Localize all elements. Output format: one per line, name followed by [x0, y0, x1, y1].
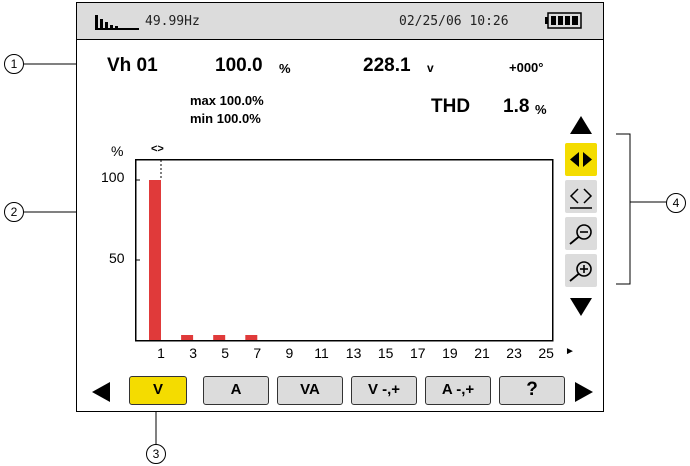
- x-tick-label-17: 17: [410, 345, 426, 361]
- zoom-out-icon: [569, 224, 592, 245]
- cursor-select-button[interactable]: [565, 180, 597, 213]
- harmonic-bar-chart: [135, 159, 554, 342]
- thd-value: 1.8: [503, 96, 530, 117]
- angle-brackets-icon: [569, 188, 593, 209]
- more-harmonics-arrow: ►: [565, 346, 575, 357]
- horizontal-move-button[interactable]: [565, 143, 597, 176]
- x-tick-label-21: 21: [474, 345, 490, 361]
- instrument-screen: 49.99Hz 02/25/06 10:26 Vh 01 100.0 % 228…: [76, 2, 604, 412]
- left-right-arrows-icon: [570, 152, 592, 167]
- chart-frame: [135, 159, 554, 342]
- softkey-help[interactable]: ?: [499, 376, 565, 405]
- x-tick-label-5: 5: [221, 345, 230, 361]
- zoom-in-icon: [569, 261, 592, 282]
- thd-unit: %: [535, 102, 547, 117]
- harmonic-bar-1: [149, 180, 161, 340]
- percent-unit: %: [279, 61, 291, 76]
- thd-label: THD: [431, 96, 471, 117]
- softkey-v[interactable]: V: [129, 376, 187, 405]
- x-tick-label-13: 13: [345, 345, 362, 361]
- harmonic-label: Vh 01: [107, 55, 158, 76]
- x-tick-label-11: 11: [314, 345, 329, 361]
- y-axis-unit: %: [111, 143, 124, 159]
- harmonic-bar-7: [245, 335, 258, 340]
- volt-value: 228.1: [363, 55, 411, 76]
- percent-value: 100.0: [215, 55, 263, 76]
- scroll-up-arrow-icon[interactable]: [569, 115, 593, 135]
- x-tick-label-15: 15: [377, 345, 394, 361]
- x-tick-label-3: 3: [189, 345, 197, 361]
- x-axis-ticks: 1 3 5 7 9 11 13 15 17 19 21 23 25: [135, 345, 575, 363]
- zoom-in-button[interactable]: [565, 254, 597, 287]
- x-tick-label-7: 7: [253, 345, 262, 361]
- datetime-readout: 02/25/06 10:26: [399, 14, 509, 29]
- battery-icon: [545, 12, 582, 29]
- x-tick-label-25: 25: [538, 345, 554, 361]
- softkey-v-plus-minus[interactable]: V -,+: [351, 376, 417, 405]
- y-tick-50: 50: [109, 250, 125, 266]
- signal-bars-icon: [95, 15, 139, 30]
- softkey-a[interactable]: A: [203, 376, 269, 405]
- frequency-readout: 49.99Hz: [145, 14, 200, 29]
- softkey-va[interactable]: VA: [277, 376, 343, 405]
- harmonic-bar-3: [181, 335, 194, 340]
- x-tick-label-9: 9: [285, 345, 294, 361]
- softkey-next-arrow-icon[interactable]: [574, 381, 594, 403]
- x-tick-label-19: 19: [442, 345, 458, 361]
- scroll-down-arrow-icon[interactable]: [569, 297, 593, 317]
- status-bar: 49.99Hz 02/25/06 10:26: [77, 3, 603, 40]
- y-tick-100: 100: [101, 169, 125, 185]
- x-tick-label-1: 1: [157, 345, 165, 361]
- softkey-a-plus-minus[interactable]: A -,+: [425, 376, 491, 405]
- harmonic-bar-5: [213, 335, 226, 340]
- phase-value: +000°: [509, 60, 544, 75]
- volt-unit: v: [427, 61, 434, 75]
- zoom-out-button[interactable]: [565, 217, 597, 250]
- x-tick-label-23: 23: [506, 345, 522, 361]
- min-value: min 100.0%: [190, 111, 261, 126]
- cursor-marker: <>: [151, 143, 164, 155]
- max-value: max 100.0%: [190, 93, 264, 108]
- softkey-prev-arrow-icon[interactable]: [91, 381, 111, 403]
